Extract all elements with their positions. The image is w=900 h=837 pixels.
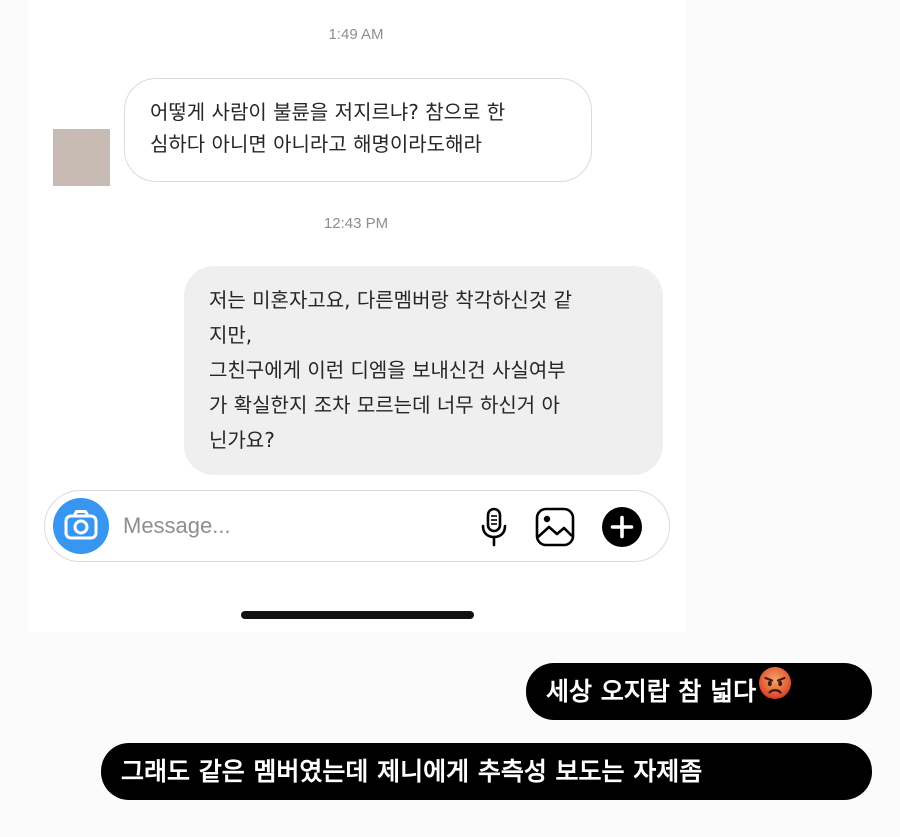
- message-line: 심하다 아니면 아니라고 해명이라도해라: [150, 132, 482, 156]
- caption-text: 세상 오지랍 참 넓다: [526, 663, 872, 720]
- message-input[interactable]: [123, 507, 453, 545]
- image-gallery-icon: [535, 507, 575, 547]
- message-line: 저는 미혼자고요, 다른멤버랑 착각하신것 같: [209, 288, 572, 312]
- avatar[interactable]: [53, 129, 110, 186]
- gallery-button[interactable]: [533, 505, 577, 549]
- message-line: 가 확실한지 조차 모르는데 너무 하신거 아: [209, 393, 560, 417]
- caption-label: 세상 오지랍 참 넓다: [546, 677, 757, 706]
- camera-icon: [64, 510, 98, 540]
- outgoing-message-bubble[interactable]: 저는 미혼자고요, 다른멤버랑 착각하신것 같 지만, 그친구에게 이런 디엠을…: [184, 266, 663, 475]
- plus-circle-icon: [602, 507, 642, 547]
- camera-button[interactable]: [53, 498, 109, 554]
- home-indicator: [241, 611, 474, 619]
- more-button[interactable]: [600, 505, 644, 549]
- message-line: 그친구에게 이런 디엠을 보내신건 사실여부: [209, 358, 566, 382]
- angry-face-icon: [758, 663, 792, 720]
- incoming-message-bubble[interactable]: 어떻게 사람이 불륜을 저지르냐? 참으로 한 심하다 아니면 아니라고 해명이…: [124, 78, 592, 182]
- microphone-button[interactable]: [472, 505, 516, 549]
- message-line: 닌가요?: [209, 428, 275, 452]
- message-line: 지만,: [209, 323, 253, 347]
- message-line: 어떻게 사람이 불륜을 저지르냐? 참으로 한: [150, 100, 506, 124]
- message-composer: [44, 490, 670, 562]
- caption-text: 그래도 같은 멤버였는데 제니에게 추측성 보도는 자제좀: [101, 743, 872, 800]
- timestamp: 1:49 AM: [328, 26, 384, 43]
- microphone-icon: [481, 507, 507, 547]
- timestamp: 12:43 PM: [323, 215, 389, 232]
